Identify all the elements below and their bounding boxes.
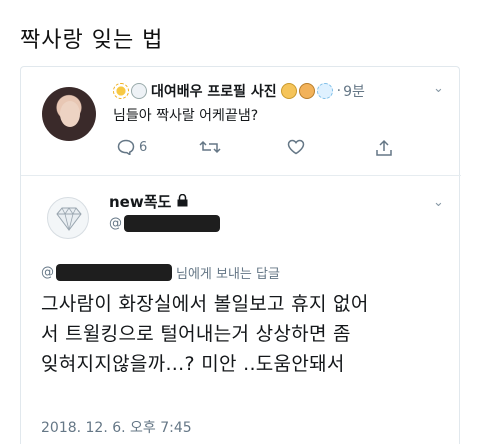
tweet-time[interactable]: 9분 [343,81,365,101]
share-icon [375,139,393,157]
reply-button[interactable]: 6 [117,139,147,155]
reply-icon [117,139,135,155]
snowflake-emoji-icon [316,83,333,99]
display-name[interactable]: new폭도 [109,191,188,212]
post-title: 짝사랑 잊는 법 [20,28,164,53]
reply-count: 6 [139,139,148,155]
retweet-icon [199,139,221,155]
tweet-card: 대여배우 프로필 사진 · 9분 ⌄ 님들아 짝사랄 어케끝냄? 6 new폭도… [20,66,461,444]
lock-icon [177,193,188,211]
redaction-bar [124,215,220,232]
divider [21,175,461,176]
user-handle[interactable]: @ [109,215,220,232]
tweet-body: 그사람이 화장실에서 볼일보고 휴지 없어 서 트윌킹으로 털어내는거 상상하면… [41,289,451,379]
face-emoji-icon [280,83,297,99]
sun-emoji-icon [113,83,129,99]
like-icon [287,139,305,155]
tweet-text: 님들아 짝사랄 어케끝냄? [113,108,259,124]
avatar[interactable] [42,87,96,141]
tweet-header: 대여배우 프로필 사진 · 9분 [113,81,365,101]
avatar[interactable] [47,197,89,239]
reply-to-line: @ 님에게 보내는 답글 [41,263,280,282]
chevron-down-icon[interactable]: ⌄ [433,195,444,210]
share-button[interactable] [375,139,393,157]
handle-prefix: @ [109,216,122,231]
tweet-body-line: 잊혀지지않을까...? 미안 ..도움안돼서 [41,353,345,375]
chevron-down-icon[interactable]: ⌄ [433,81,444,96]
diamond-avatar-icon [48,207,90,244]
tweet-timestamp[interactable]: 2018. 12. 6. 오후 7:45 [41,417,192,437]
face-emoji-icon [298,83,315,99]
reply-handle-prefix: @ [41,265,54,280]
tweet-actions: 6 [117,139,417,161]
redaction-bar [56,264,172,281]
display-name[interactable]: 대여배우 프로필 사진 [151,81,277,101]
separator-dot: · [336,83,342,99]
snowman-emoji-icon [131,83,147,99]
tweet-body-line: 그사람이 화장실에서 볼일보고 휴지 없어 [41,293,369,315]
like-button[interactable] [287,139,305,155]
reply-to-label: 님에게 보내는 답글 [176,267,280,282]
retweet-button[interactable] [199,139,221,155]
tweet-body-line: 서 트윌킹으로 털어내는거 상상하면 좀 [41,323,351,345]
display-name-text: new폭도 [109,193,172,211]
